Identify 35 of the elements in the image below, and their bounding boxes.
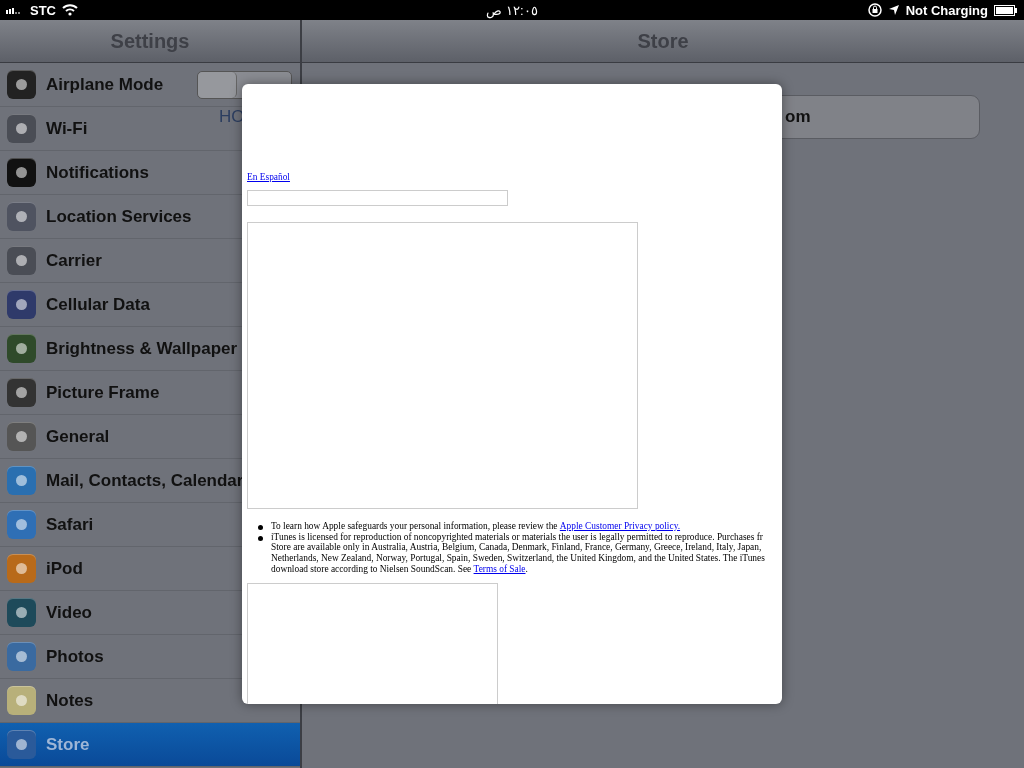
settings-item[interactable]: Wi-Fi	[0, 107, 90, 150]
period-text: .	[525, 563, 528, 574]
legal-text: iTunes is licensed for reproduction of noncopyrighted materials or materials the user is legally permitted to reproduce. Purchases fr	[271, 531, 763, 542]
bullet-icon	[258, 535, 263, 541]
settings-item[interactable]: General	[0, 415, 112, 458]
legal-text: To learn how Apple safeguards your personal information, please review the	[271, 521, 559, 531]
sidebar-title: Settings	[110, 29, 190, 53]
settings-item[interactable]: Cellular Data	[0, 283, 152, 326]
settings-item[interactable]: Video	[0, 591, 94, 634]
legal-text: Store are available only in Australia, Austria, Belgium, Canada, Denmark, Finland, France, Germany, Greece, Ireland, Italy, Japan,	[271, 542, 762, 553]
settings-item[interactable]: Location Services	[0, 195, 194, 238]
input-field[interactable]	[247, 190, 508, 206]
legal-text: Netherlands, New Zealand, Norway, Portugal, Spain, Sweden, Switzerland, the United Kingdom, and the United States. The iTunes	[271, 553, 765, 564]
settings-item[interactable]: Airplane Mode	[0, 63, 166, 106]
legal-link[interactable]: Apple Customer Privacy policy.	[559, 521, 681, 532]
rotation-lock-icon	[867, 3, 882, 17]
settings-item[interactable]: Store	[0, 723, 300, 766]
settings-item[interactable]: Picture Frame	[0, 371, 162, 414]
bullet-icon	[258, 525, 263, 530]
location-arrow-icon	[887, 4, 900, 16]
settings-item[interactable]: Carrier	[0, 239, 104, 282]
settings-item[interactable]: Mail, Contacts, Calendar	[0, 459, 246, 502]
legal-text: download store according to Nielsen SoundScan. See	[271, 563, 473, 574]
clock-time: ١٢:٠٥ ص	[486, 2, 538, 18]
settings-item[interactable]: Brightness & Wallpaper	[0, 327, 240, 370]
charging-status: Not Charging	[905, 2, 988, 18]
settings-item[interactable]: iPod	[0, 547, 85, 590]
settings-item[interactable]: Notes	[0, 679, 96, 722]
language-link[interactable]: En Español	[247, 171, 782, 183]
settings-item[interactable]: Safari	[0, 503, 96, 546]
battery-icon	[994, 4, 1018, 16]
settings-item[interactable]: Photos	[0, 635, 106, 678]
settings-item[interactable]: Notifications	[0, 151, 151, 194]
carrier-name: STC	[30, 2, 56, 18]
legal-link[interactable]: Terms of Sale	[473, 563, 526, 575]
